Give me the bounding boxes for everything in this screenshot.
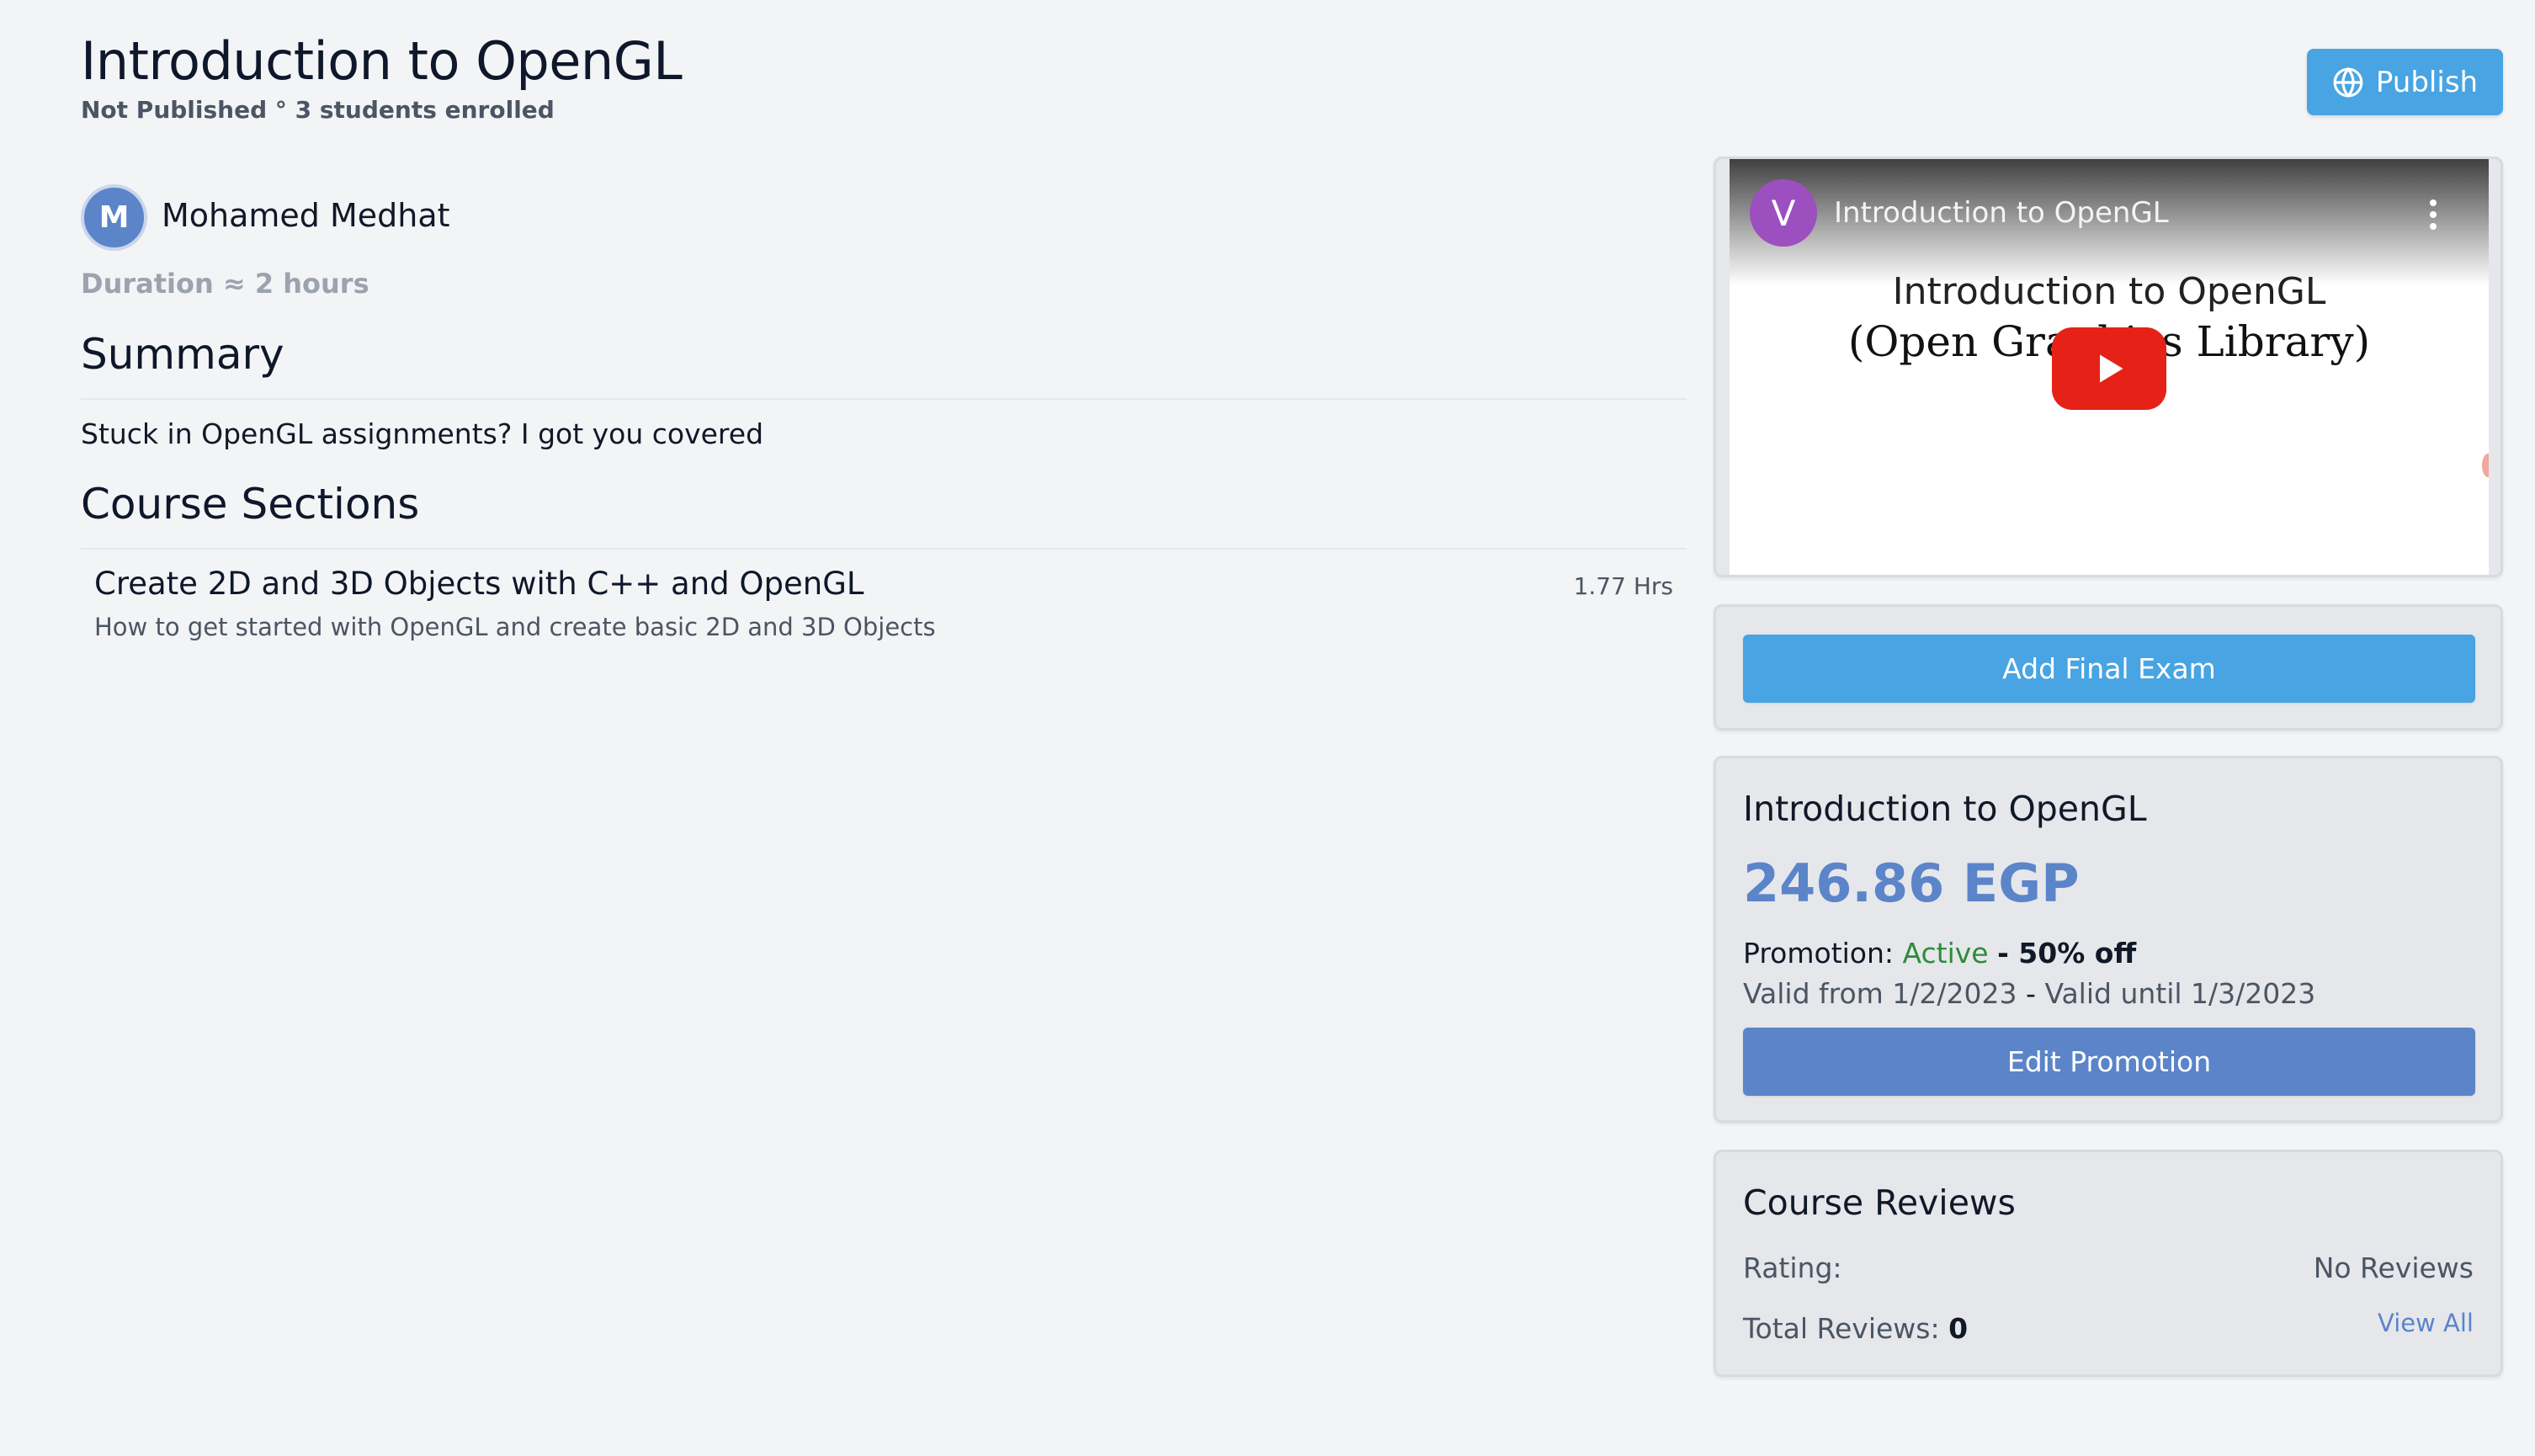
- course-section-item[interactable]: Create 2D and 3D Objects with C++ and Op…: [94, 566, 1673, 650]
- progress-marker: [2482, 454, 2489, 477]
- meta-separator: °: [274, 96, 287, 124]
- promotion-validity: Valid from 1/2/2023 - Valid until 1/3/20…: [1743, 977, 2315, 1010]
- final-exam-card: Add Final Exam: [1714, 604, 2503, 731]
- course-page: Introduction to OpenGL Not Published ° 3…: [0, 0, 2535, 1456]
- pricing-card: Introduction to OpenGL 246.86 EGP Promot…: [1714, 756, 2503, 1123]
- duration-value: ≈ 2 hours: [222, 268, 369, 300]
- rating-label: Rating:: [1743, 1251, 1842, 1284]
- publish-status: Not Published: [81, 96, 268, 124]
- instructor-name[interactable]: Mohamed Medhat: [162, 197, 450, 234]
- enrollment-count: 3 students enrolled: [295, 96, 555, 124]
- reviews-heading: Course Reviews: [1743, 1182, 2016, 1223]
- summary-text: Stuck in OpenGL assignments? I got you c…: [81, 417, 764, 450]
- course-price: 246.86 EGP: [1743, 853, 2080, 914]
- promotion-discount: - 50% off: [1997, 937, 2137, 970]
- promotion-status: Active: [1902, 937, 1989, 970]
- sections-divider: [81, 548, 1687, 550]
- total-reviews: Total Reviews: 0: [1743, 1312, 1968, 1345]
- video-title[interactable]: Introduction to OpenGL: [1834, 196, 2169, 230]
- page-title: Introduction to OpenGL: [81, 30, 683, 92]
- section-title: Create 2D and 3D Objects with C++ and Op…: [94, 566, 864, 602]
- publish-button[interactable]: Publish: [2307, 49, 2503, 115]
- play-icon: [2100, 354, 2123, 383]
- summary-heading: Summary: [81, 330, 284, 379]
- summary-divider: [81, 398, 1687, 400]
- promotion-label: Promotion:: [1743, 937, 1895, 970]
- promotion-line: Promotion: Active - 50% off: [1743, 937, 2136, 970]
- duration-label: Duration: [81, 268, 214, 300]
- play-button[interactable]: [2052, 327, 2166, 410]
- edit-promotion-button[interactable]: Edit Promotion: [1743, 1028, 2475, 1096]
- total-reviews-label: Total Reviews:: [1743, 1312, 1940, 1345]
- video-card: Introduction to OpenGL (Open Graphics Li…: [1714, 157, 2503, 577]
- add-final-exam-button[interactable]: Add Final Exam: [1743, 635, 2475, 703]
- video-player[interactable]: Introduction to OpenGL (Open Graphics Li…: [1730, 159, 2489, 575]
- course-sections-heading: Course Sections: [81, 480, 420, 529]
- channel-avatar[interactable]: V: [1750, 179, 1817, 247]
- pricing-course-title: Introduction to OpenGL: [1743, 789, 2147, 829]
- valid-from: Valid from 1/2/2023: [1743, 977, 2017, 1010]
- publish-label: Publish: [2375, 65, 2479, 99]
- section-duration: 1.77 Hrs: [1573, 572, 1673, 600]
- total-reviews-value: 0: [1948, 1312, 1969, 1345]
- course-meta: Not Published ° 3 students enrolled: [81, 96, 555, 124]
- view-all-link[interactable]: View All: [2378, 1309, 2474, 1337]
- globe-icon: [2333, 66, 2363, 98]
- rating-value: No Reviews: [2313, 1251, 2474, 1284]
- course-duration: Duration ≈ 2 hours: [81, 268, 369, 300]
- more-vertical-icon[interactable]: [2428, 199, 2438, 230]
- validity-separator: -: [2026, 977, 2036, 1010]
- reviews-card: Course Reviews Rating: No Reviews Total …: [1714, 1150, 2503, 1377]
- valid-until: Valid until 1/3/2023: [2044, 977, 2316, 1010]
- avatar[interactable]: M: [81, 184, 147, 251]
- section-description: How to get started with OpenGL and creat…: [94, 613, 936, 641]
